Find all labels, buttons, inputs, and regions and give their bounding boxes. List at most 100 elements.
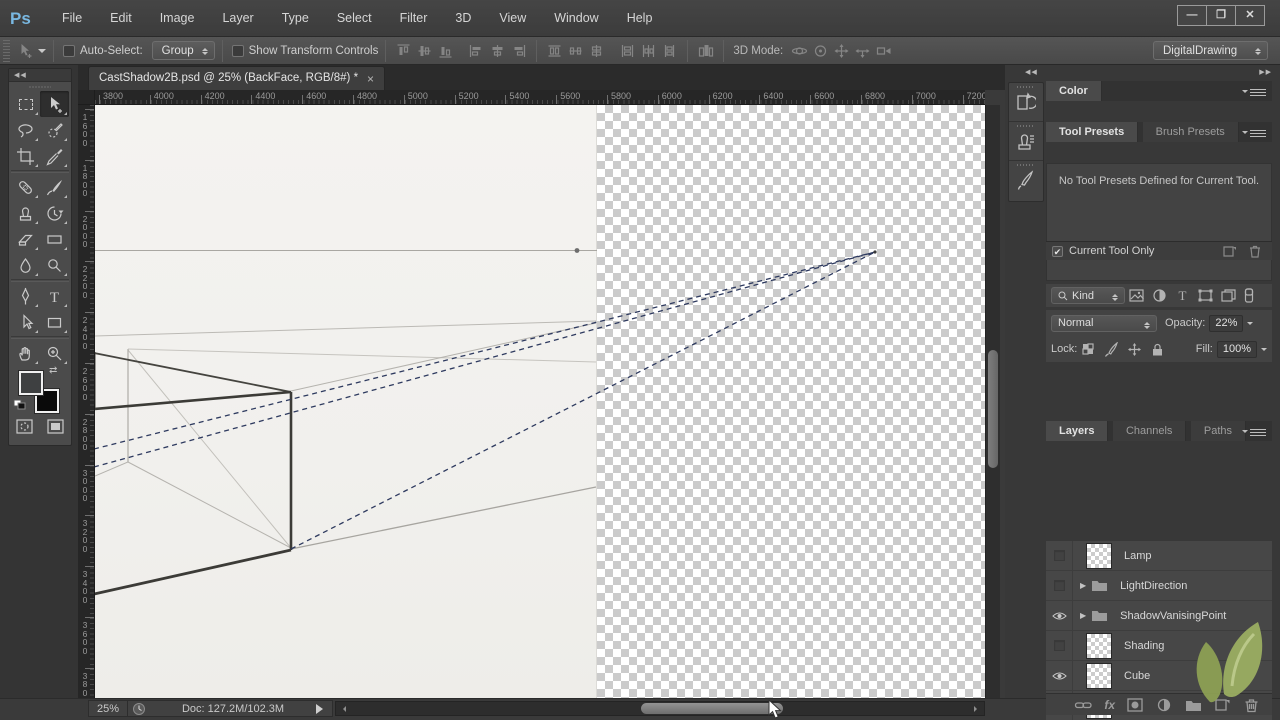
layer-name[interactable]: Shading bbox=[1124, 640, 1164, 652]
fill-value-field[interactable]: 100% bbox=[1216, 340, 1257, 358]
default-colors-icon[interactable] bbox=[13, 399, 27, 411]
layer-name[interactable]: LightDirection bbox=[1120, 580, 1187, 592]
collapse-panels-icon[interactable]: ◀◀ bbox=[1025, 65, 1038, 80]
expand-panels-icon[interactable]: ▶▶ bbox=[1259, 65, 1272, 80]
path-selection-tool[interactable] bbox=[11, 309, 40, 335]
layer-row-lamp[interactable]: Lamp bbox=[1046, 541, 1272, 571]
gradient-tool[interactable] bbox=[40, 226, 69, 252]
layer-visibility-toggle[interactable] bbox=[1046, 601, 1073, 630]
filter-kind-dropdown[interactable]: Kind bbox=[1051, 287, 1125, 304]
blend-mode-dropdown[interactable]: Normal bbox=[1051, 314, 1157, 332]
menu-select[interactable]: Select bbox=[323, 0, 386, 37]
align-left-edges-icon[interactable] bbox=[468, 43, 485, 59]
layer-visibility-toggle[interactable] bbox=[1046, 631, 1073, 660]
distribute-left-edges-icon[interactable] bbox=[619, 43, 636, 59]
brush-tool[interactable] bbox=[40, 174, 69, 200]
horizontal-scrollbar-thumb[interactable] bbox=[641, 703, 783, 714]
show-transform-controls-checkbox[interactable] bbox=[231, 44, 244, 57]
workspace-switcher-dropdown[interactable]: DigitalDrawing bbox=[1153, 41, 1268, 60]
brush-panel-button[interactable] bbox=[1009, 161, 1043, 200]
fill-slider-arrow-icon[interactable] bbox=[1261, 347, 1267, 354]
clone-stamp-tool[interactable] bbox=[11, 200, 40, 226]
opacity-slider-arrow-icon[interactable] bbox=[1247, 321, 1254, 328]
scroll-left-arrow-icon[interactable] bbox=[340, 706, 346, 712]
layer-thumbnail[interactable] bbox=[1086, 662, 1112, 689]
history-brush-tool[interactable] bbox=[40, 200, 69, 226]
panel-menu-icon[interactable] bbox=[1242, 87, 1266, 96]
document-tab[interactable]: CastShadow2B.psd @ 25% (BackFace, RGB/8#… bbox=[88, 66, 386, 90]
menu-filter[interactable]: Filter bbox=[386, 0, 442, 37]
create-new-preset-icon[interactable] bbox=[1222, 244, 1238, 258]
menu-file[interactable]: File bbox=[48, 0, 96, 37]
layer-row-lightdirection[interactable]: ▶ LightDirection bbox=[1046, 571, 1272, 601]
align-horizontal-centers-icon[interactable] bbox=[489, 43, 506, 59]
auto-select-checkbox[interactable] bbox=[63, 44, 75, 57]
vertical-scrollbar-thumb[interactable] bbox=[988, 350, 998, 468]
ruler-corner[interactable] bbox=[78, 90, 95, 105]
hand-tool[interactable] bbox=[11, 340, 40, 366]
document-size-info[interactable]: Doc: 127.2M/102.3M bbox=[150, 703, 316, 715]
auto-select-target-dropdown[interactable]: Group bbox=[151, 41, 215, 60]
filtering-toggle-switch[interactable] bbox=[1244, 288, 1254, 303]
panel-menu-icon[interactable] bbox=[1242, 427, 1266, 436]
clone-source-panel-button[interactable] bbox=[1009, 122, 1043, 161]
tab-brush-presets[interactable]: Brush Presets bbox=[1142, 122, 1239, 142]
tab-color[interactable]: Color bbox=[1046, 81, 1102, 101]
scroll-right-arrow-icon[interactable] bbox=[974, 706, 980, 712]
distribute-vertical-centers-icon[interactable] bbox=[567, 43, 584, 59]
eye-visible-icon[interactable] bbox=[1051, 671, 1067, 681]
layer-thumbnail[interactable] bbox=[1086, 542, 1112, 569]
swap-colors-icon[interactable]: ⇄ bbox=[49, 365, 57, 376]
layer-name[interactable]: Cube bbox=[1124, 670, 1150, 682]
filter-type-layers-icon[interactable]: T bbox=[1174, 288, 1191, 303]
align-bottom-edges-icon[interactable] bbox=[437, 43, 454, 59]
layer-name[interactable]: Lamp bbox=[1124, 550, 1152, 562]
tools-collapse-header[interactable]: ◀◀ bbox=[9, 69, 71, 82]
vertical-ruler[interactable]: 1 6 0 0 1 8 0 0 2 0 0 0 2 2 0 0 2 4 0 0 2 6 0… bbox=[78, 105, 95, 698]
quick-selection-tool[interactable] bbox=[40, 117, 69, 143]
tab-paths[interactable]: Paths bbox=[1190, 421, 1247, 441]
history-panel-button[interactable] bbox=[1009, 83, 1043, 122]
dodge-tool[interactable] bbox=[40, 252, 69, 278]
lasso-tool[interactable] bbox=[11, 117, 40, 143]
distribute-bottom-edges-icon[interactable] bbox=[588, 43, 605, 59]
layer-visibility-toggle[interactable] bbox=[1046, 541, 1073, 570]
filter-smart-objects-icon[interactable] bbox=[1220, 288, 1237, 303]
canvas-area[interactable] bbox=[95, 105, 985, 698]
move-tool[interactable] bbox=[40, 91, 69, 117]
distribute-right-edges-icon[interactable] bbox=[661, 43, 678, 59]
menu-type[interactable]: Type bbox=[268, 0, 323, 37]
tab-close-icon[interactable]: × bbox=[367, 73, 374, 85]
layer-thumbnail[interactable] bbox=[1086, 632, 1112, 659]
healing-brush-tool[interactable] bbox=[11, 174, 40, 200]
menu-edit[interactable]: Edit bbox=[96, 0, 146, 37]
align-vertical-centers-icon[interactable] bbox=[416, 43, 433, 59]
menu-view[interactable]: View bbox=[485, 0, 540, 37]
opacity-value-field[interactable]: 22% bbox=[1209, 314, 1244, 332]
add-layer-mask-icon[interactable] bbox=[1126, 697, 1145, 713]
eraser-tool[interactable] bbox=[11, 226, 40, 252]
lock-transparency-icon[interactable] bbox=[1080, 342, 1097, 357]
rectangular-marquee-tool[interactable] bbox=[11, 91, 40, 117]
crop-tool[interactable] bbox=[11, 143, 40, 169]
layer-visibility-toggle[interactable] bbox=[1046, 571, 1073, 600]
vertical-scrollbar[interactable] bbox=[985, 105, 1000, 698]
auto-align-layers-icon[interactable] bbox=[697, 43, 714, 59]
type-tool[interactable]: T bbox=[40, 283, 69, 309]
align-right-edges-icon[interactable] bbox=[510, 43, 527, 59]
maximize-button[interactable]: ❐ bbox=[1206, 5, 1236, 26]
options-grip[interactable] bbox=[3, 39, 10, 62]
eyedropper-tool[interactable] bbox=[40, 143, 69, 169]
tab-layers[interactable]: Layers bbox=[1046, 421, 1109, 441]
layer-visibility-toggle[interactable] bbox=[1046, 661, 1073, 690]
group-expand-triangle-icon[interactable]: ▶ bbox=[1080, 611, 1086, 620]
eye-visible-icon[interactable] bbox=[1051, 611, 1067, 621]
filter-adjustment-layers-icon[interactable] bbox=[1151, 288, 1168, 303]
rectangle-shape-tool[interactable] bbox=[40, 309, 69, 335]
pen-tool[interactable] bbox=[11, 283, 40, 309]
minimize-button[interactable]: — bbox=[1177, 5, 1207, 26]
quick-mask-mode-icon[interactable] bbox=[15, 417, 34, 436]
3d-roll-icon[interactable] bbox=[812, 43, 829, 59]
menu-layer[interactable]: Layer bbox=[208, 0, 267, 37]
status-popup-arrow-icon[interactable] bbox=[316, 703, 328, 714]
